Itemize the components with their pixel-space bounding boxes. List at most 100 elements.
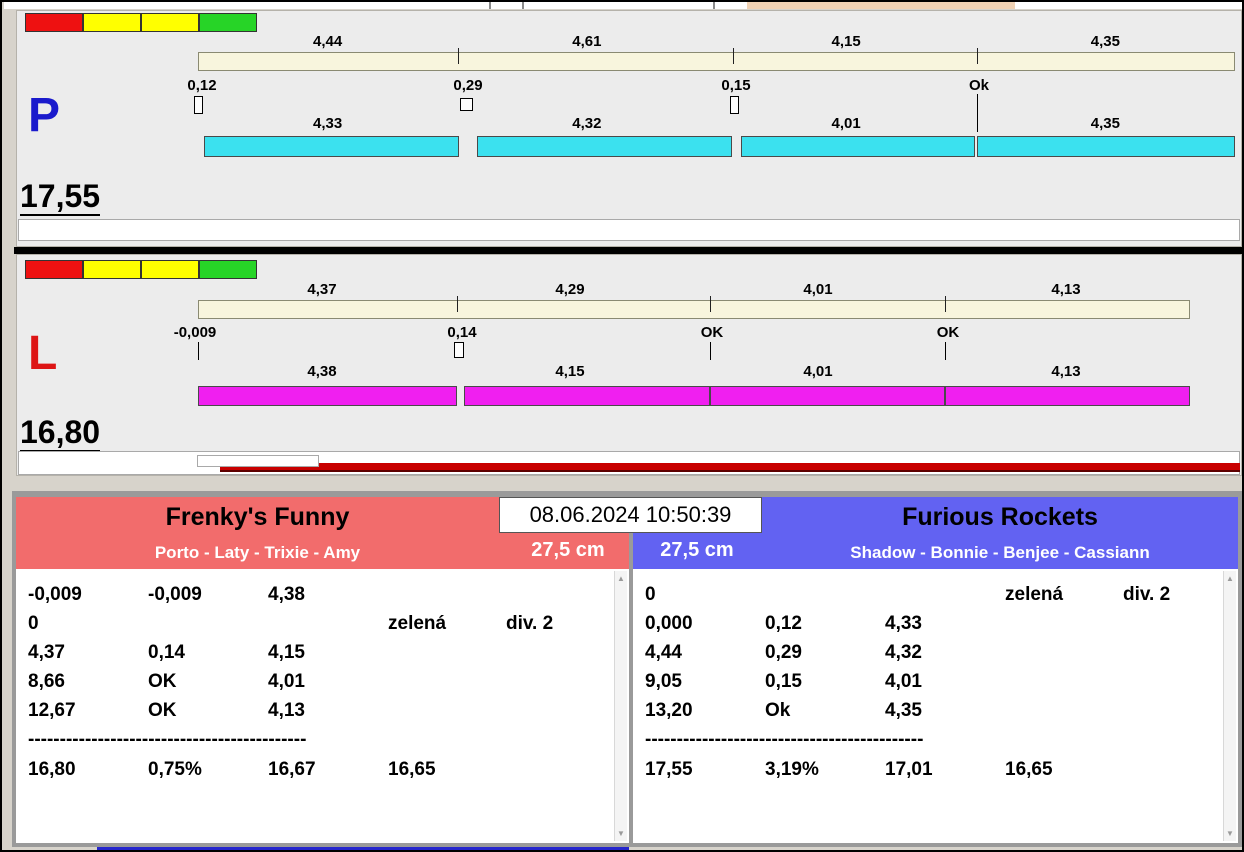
exchange-marker [730, 96, 739, 114]
result-row: 9,05 0,15 4,01 [645, 667, 1224, 696]
team-left-scrollbar[interactable]: ▲ ▼ [614, 571, 627, 841]
cell [1123, 609, 1224, 638]
bar-tick [945, 296, 946, 312]
cell [388, 667, 506, 696]
top-strip [4, 2, 1242, 9]
cell [506, 638, 615, 667]
bar-tick [710, 296, 711, 312]
cell [506, 580, 615, 609]
result-row: 0 zelená div. 2 [28, 609, 615, 638]
cell: -0,009 [148, 584, 202, 605]
team-left-name: Frenky's Funny [165, 503, 350, 531]
cell: 13,20 [645, 700, 693, 721]
status-light-green [199, 13, 257, 32]
scroll-down-icon[interactable]: ▼ [617, 829, 625, 838]
cell: 4,33 [885, 613, 922, 634]
top-tab-mark [713, 2, 715, 9]
scroll-up-icon[interactable]: ▲ [1226, 574, 1234, 583]
lane-l-label: L [28, 327, 58, 380]
segment-time: 4,15 [831, 33, 861, 50]
top-tab-mark [522, 2, 524, 9]
result-row: 4,44 0,29 4,32 [645, 638, 1224, 667]
lane-p-bar-segment [977, 136, 1235, 157]
exchange-marker [454, 342, 464, 358]
segment-time: 4,35 [1090, 33, 1120, 50]
status-light-yellow [83, 260, 141, 279]
cell [1005, 667, 1123, 696]
lane-l-bottom-split-times: 4,38 4,15 4,01 4,13 [198, 363, 1190, 380]
cell: 0,15 [765, 671, 802, 692]
lane-l-top-split-times: 4,37 4,29 4,01 4,13 [198, 281, 1190, 298]
exchange-value: 0,15 [721, 77, 751, 94]
lane-l-bar-segment [945, 386, 1190, 406]
result-row: 4,37 0,14 4,15 [28, 638, 615, 667]
cell: 17,01 [885, 759, 933, 780]
cell: 4,44 [645, 642, 682, 663]
cell [1123, 696, 1224, 725]
segment-time: 4,38 [307, 363, 337, 380]
exchange-value: 0,12 [187, 77, 217, 94]
lane-p-bottom-split-times: 4,33 4,32 4,01 4,35 [198, 115, 1235, 132]
result-separator: ----------------------------------------… [645, 729, 924, 750]
lane-p-top-bar [198, 52, 1235, 71]
cell: 16,65 [1005, 759, 1053, 780]
cell: div. 2 [506, 613, 554, 634]
cell [506, 696, 615, 725]
race-timestamp: 08.06.2024 10:50:39 [499, 497, 762, 533]
lane-l-status-lights [25, 260, 257, 279]
lane-p-message-field [18, 219, 1240, 241]
cell: 0,29 [765, 642, 802, 663]
lane-p-label: P [28, 89, 61, 142]
scroll-up-icon[interactable]: ▲ [617, 574, 625, 583]
status-light-red [25, 260, 83, 279]
cell [148, 609, 268, 638]
cell: 4,38 [268, 584, 305, 605]
race-progress-bar [220, 463, 1240, 472]
cell [1005, 638, 1123, 667]
exchange-ok-line [198, 342, 199, 360]
exchange-value: 0,29 [453, 77, 483, 94]
lane-p-status-lights [25, 13, 257, 32]
cell: 16,65 [388, 759, 436, 780]
cell: 0,12 [765, 613, 802, 634]
result-row: 0 zelená div. 2 [645, 580, 1224, 609]
team-left-dogs: Porto - Laty - Trixie - Amy [154, 543, 361, 562]
cell: 4,35 [885, 700, 922, 721]
cell: 0 [28, 613, 39, 634]
cell: zelená [1005, 584, 1064, 605]
lane-p-bar-segment [741, 136, 975, 157]
result-row: 12,67 OK 4,13 [28, 696, 615, 725]
scroll-down-icon[interactable]: ▼ [1226, 829, 1234, 838]
team-right-scrollbar[interactable]: ▲ ▼ [1223, 571, 1236, 841]
cell: -0,009 [28, 584, 82, 605]
team-right-name: Furious Rockets [902, 503, 1098, 531]
segment-time: 4,01 [803, 281, 833, 298]
cell: 16,67 [268, 759, 316, 780]
status-light-green [199, 260, 257, 279]
lane-l-bar-segment [710, 386, 945, 406]
cell [1123, 755, 1224, 784]
segment-time: 4,13 [1051, 363, 1081, 380]
segment-time: 4,32 [572, 115, 602, 132]
cell: 4,37 [28, 642, 65, 663]
lane-l-top-bar [198, 300, 1190, 319]
cell: 0,000 [645, 613, 693, 634]
cell: zelená [388, 613, 447, 634]
cell: 9,05 [645, 671, 682, 692]
bar-tick [457, 296, 458, 312]
lane-l-bar-segment [464, 386, 710, 406]
lane-p-total-time: 17,55 [20, 178, 101, 216]
lane-p-top-split-times: 4,44 4,61 4,15 4,35 [198, 33, 1235, 50]
result-total-row: 17,55 3,19% 17,01 16,65 [645, 755, 1224, 784]
cell: OK [148, 671, 177, 692]
segment-time: 4,29 [555, 281, 585, 298]
team-left-results: -0,009 -0,009 4,38 0 zelená div. 2 4,37 0,14 4… [16, 569, 629, 843]
cell: 8,66 [28, 671, 65, 692]
cell: 16,80 [28, 759, 76, 780]
exchange-marker [194, 96, 203, 114]
cell [388, 638, 506, 667]
segment-time: 4,15 [555, 363, 585, 380]
cell: 4,01 [268, 671, 305, 692]
exchange-ok-line [945, 342, 946, 360]
team-left-height-badge: 27,5 cm [531, 539, 605, 561]
